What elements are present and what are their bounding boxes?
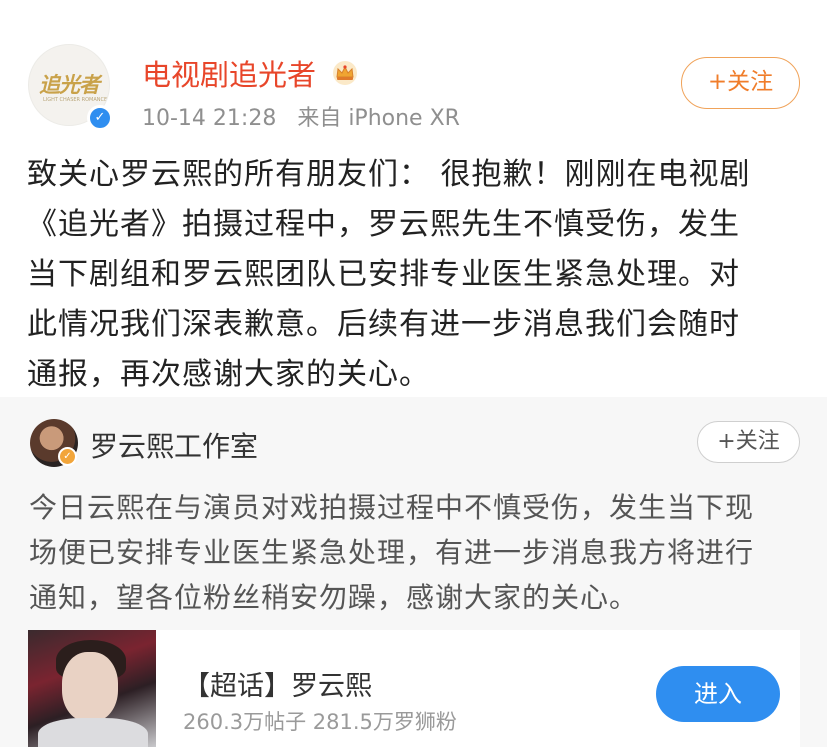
verified-check-icon: ✓ <box>58 447 77 466</box>
avatar-logo-subtext: LIGHT CHASER ROMANCE <box>43 97 108 103</box>
super-topic-card[interactable]: 【超话】罗云熙 260.3万帖子 281.5万罗狮粉 进入 <box>28 630 800 747</box>
card-title: 【超话】罗云熙 <box>183 671 372 702</box>
post-body-line: 通报，再次感谢大家的关心。 <box>27 357 430 392</box>
avatar-logo-text: 追光者 <box>39 73 100 97</box>
follow-button[interactable]: +关注 <box>681 57 800 109</box>
post-body: 致关心罗云熙的所有朋友们： 很抱歉！刚刚在电视剧 《追光者》拍摄过程中，罗云熙先… <box>27 150 807 400</box>
post-source: 来自 iPhone XR <box>297 106 460 131</box>
card-stats: 260.3万帖子 281.5万罗狮粉 <box>183 710 457 734</box>
post-username[interactable]: 电视剧追光者 <box>142 52 316 94</box>
card-thumbnail <box>28 630 156 747</box>
quoted-body: 今日云熙在与演员对戏拍摄过程中不慎受伤，发生当下现 场便已安排专业医生紧急处理，… <box>29 485 809 620</box>
quoted-post[interactable]: ✓ 罗云熙工作室 +关注 今日云熙在与演员对戏拍摄过程中不慎受伤，发生当下现 场… <box>0 397 827 747</box>
verified-check-icon: ✓ <box>87 105 113 131</box>
quoted-username[interactable]: 罗云熙工作室 <box>90 425 258 465</box>
post-body-line: 当下剧组和罗云熙团队已安排专业医生紧急处理。对 <box>27 257 740 292</box>
quoted-body-line: 今日云熙在与演员对戏拍摄过程中不慎受伤，发生当下现 <box>29 491 755 524</box>
weibo-post: 追光者 LIGHT CHASER ROMANCE ✓ 电视剧追光者 10-14 … <box>0 0 827 397</box>
quoted-body-line: 场便已安排专业医生紧急处理，有进一步消息我方将进行 <box>29 536 755 569</box>
quoted-follow-button[interactable]: +关注 <box>697 421 800 463</box>
crown-icon <box>333 61 357 85</box>
post-body-line: 《追光者》拍摄过程中，罗云熙先生不慎受伤，发生 <box>27 207 740 242</box>
enter-button[interactable]: 进入 <box>656 666 780 722</box>
quoted-body-line: 通知，望各位粉丝稍安勿躁，感谢大家的关心。 <box>29 581 639 614</box>
post-body-line: 此情况我们深表歉意。后续有进一步消息我们会随时 <box>27 307 740 342</box>
post-timestamp: 10-14 21:28 <box>142 106 277 131</box>
post-body-line: 致关心罗云熙的所有朋友们： 很抱歉！刚刚在电视剧 <box>27 157 751 192</box>
thumbnail-shirt <box>38 718 148 747</box>
post-meta: 10-14 21:28 来自 iPhone XR <box>142 100 460 132</box>
thumbnail-face <box>62 652 118 722</box>
